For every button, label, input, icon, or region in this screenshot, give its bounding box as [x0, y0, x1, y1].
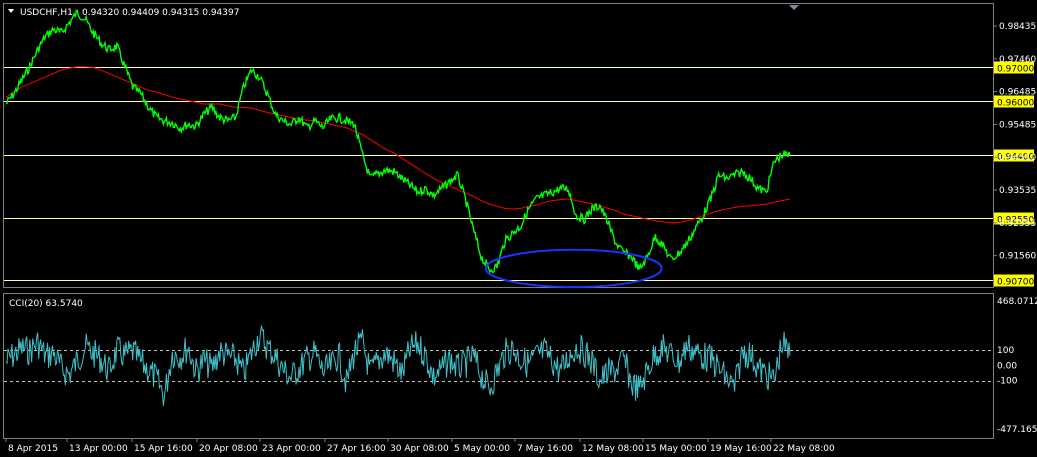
price-panel-frame: [3, 3, 994, 288]
time-tick-label: 19 May 16:00: [710, 444, 772, 454]
cci-scale-label: 468.0712: [997, 297, 1037, 307]
price-tick-label: 0.98435: [999, 22, 1036, 32]
time-tick-label: 5 May 00:00: [454, 444, 510, 454]
cci-scale-label: 100: [997, 346, 1014, 356]
level-tag-text: 0.90700: [997, 278, 1034, 288]
time-tick-label: 22 May 08:00: [773, 444, 835, 454]
price-tick-label: 0.91560: [999, 252, 1036, 262]
price-tick-label: 0.93535: [999, 186, 1036, 196]
chart-canvas: 0.970000.960000.944000.925500.90700 0.98…: [3, 3, 1037, 454]
price-line: [5, 9, 791, 274]
level-tag-text: 0.96000: [997, 99, 1034, 109]
time-tick-label: 12 May 08:00: [582, 444, 644, 454]
time-tick-label: 8 Apr 2015: [8, 444, 58, 454]
cci-scale-label: 0.00: [997, 361, 1017, 371]
time-tick-label: 20 Apr 08:00: [199, 444, 258, 454]
price-tick-label: 0.92555: [999, 219, 1036, 229]
time-tick-label: 27 Apr 16:00: [327, 444, 386, 454]
cci-scale-label: -100: [997, 377, 1018, 387]
shift-marker-icon[interactable]: [789, 5, 799, 10]
time-tick-label: 23 Apr 00:00: [262, 444, 321, 454]
time-tick-label: 15 Apr 16:00: [134, 444, 193, 454]
time-axis: 8 Apr 2015 13 Apr 00:00 15 Apr 16:00 20 Apr…: [5, 438, 835, 454]
level-tag-text: 0.97000: [997, 65, 1034, 75]
cci-line: [5, 325, 791, 406]
support-zone-ellipse: [484, 248, 663, 288]
time-tick-label: 15 May 00:00: [645, 444, 707, 454]
time-tick-label: 7 May 16:00: [517, 444, 573, 454]
collapse-triangle-icon[interactable]: [8, 9, 14, 13]
price-tick-label: 0.97460: [999, 55, 1036, 65]
price-tick-label: 0.95485: [999, 120, 1036, 130]
price-tick-label: 0.96485: [999, 88, 1036, 98]
price-axis: 0.98435 0.97460 0.96485 0.95485 0.94510 0.935…: [993, 22, 1036, 262]
cci-axis: 468.0712 100 0.00 -100 -477.1659: [997, 297, 1037, 435]
time-tick-label: 30 Apr 08:00: [390, 444, 449, 454]
cci-label: CCI(20) 63.5740: [9, 299, 83, 309]
time-tick-label: 13 Apr 00:00: [69, 444, 128, 454]
price-tick-label: 0.94510: [999, 153, 1036, 163]
cci-scale-label: -477.1659: [997, 425, 1037, 435]
moving-average-line: [5, 66, 791, 224]
symbol-label: USDCHF,H1: [20, 8, 73, 18]
ohlc-readout: 0.94320 0.94409 0.94315 0.94397: [82, 8, 239, 18]
